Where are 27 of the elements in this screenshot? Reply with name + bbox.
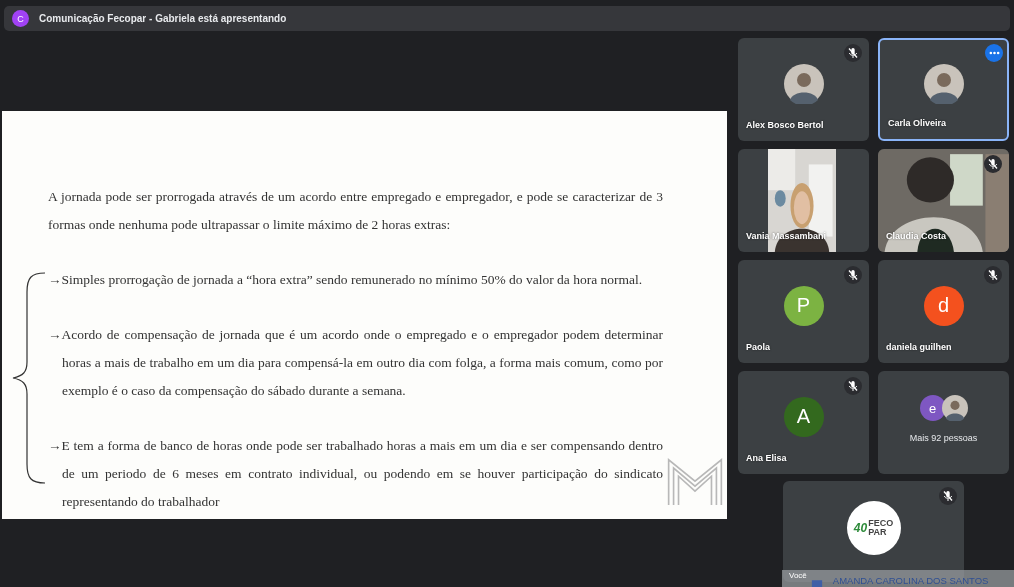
slide-bullet: →E tem a forma de banco de horas onde pode ser trabalhado horas a mais em um dia e ser compensando dentro de um periodo de 6 meses em contrato individual, ou podendo em se houver participação do sindicato representando do trabalhador [48, 437, 663, 511]
more-participants-tile[interactable]: e Mais 92 pessoas [878, 371, 1009, 474]
meeting-badge: C [12, 10, 29, 27]
self-name: AMANDA CAROLINA DOS SANTOS [832, 575, 989, 587]
participant-name: daniela guilhen [886, 342, 952, 352]
slide-bullet: →Acordo de compensação de jornada que é um acordo onde o empregado e o empregador podem determinar horas a mais de trabalho em um dia para compensá-la em outro dia com folga, a forma mais comum, como por exemplo é o caso da compensação do sábado durante a semana. [48, 326, 663, 400]
participant-name: Paola [746, 342, 770, 352]
slide-paragraph: A jornada pode ser prorrogada através de um acordo entre empregado e empregador, e pode se caracterizar de 3 formas onde nenhuma pode ultrapassar o limite máximo de 2 horas extras: [48, 188, 663, 234]
meeting-title: Comunicação Fecopar - Gabriela está apresentando [39, 13, 287, 24]
logo-text: FECO [868, 518, 894, 528]
participant-count: Mais 92 pessoas [908, 433, 979, 443]
you-label: Você [789, 571, 807, 580]
slide-bullet: →Simples prorrogação de jornada a “hora extra” sendo remunerado no mínimo 50% do valor da hora normal. [48, 271, 644, 289]
participant-tile[interactable]: d daniela guilhen [878, 260, 1009, 363]
logo-text: PAR [868, 527, 888, 537]
avatar: A [783, 396, 824, 437]
avatar: e [919, 395, 946, 421]
participant-name: Carla Oliveira [888, 118, 947, 128]
avatar: P [783, 285, 824, 326]
avatar: d [923, 285, 964, 326]
participant-tile[interactable]: Carla Oliveira [878, 38, 1009, 141]
participant-tile[interactable]: A Ana Elisa [738, 371, 869, 474]
participant-tile[interactable]: Alex Bosco Bertol [738, 38, 869, 141]
participant-tile[interactable]: P Paola [738, 260, 869, 363]
participant-name: Ana Elisa [746, 453, 787, 463]
participant-name: Alex Bosco Bertol [746, 120, 824, 130]
logo-number: 40 [853, 520, 868, 535]
